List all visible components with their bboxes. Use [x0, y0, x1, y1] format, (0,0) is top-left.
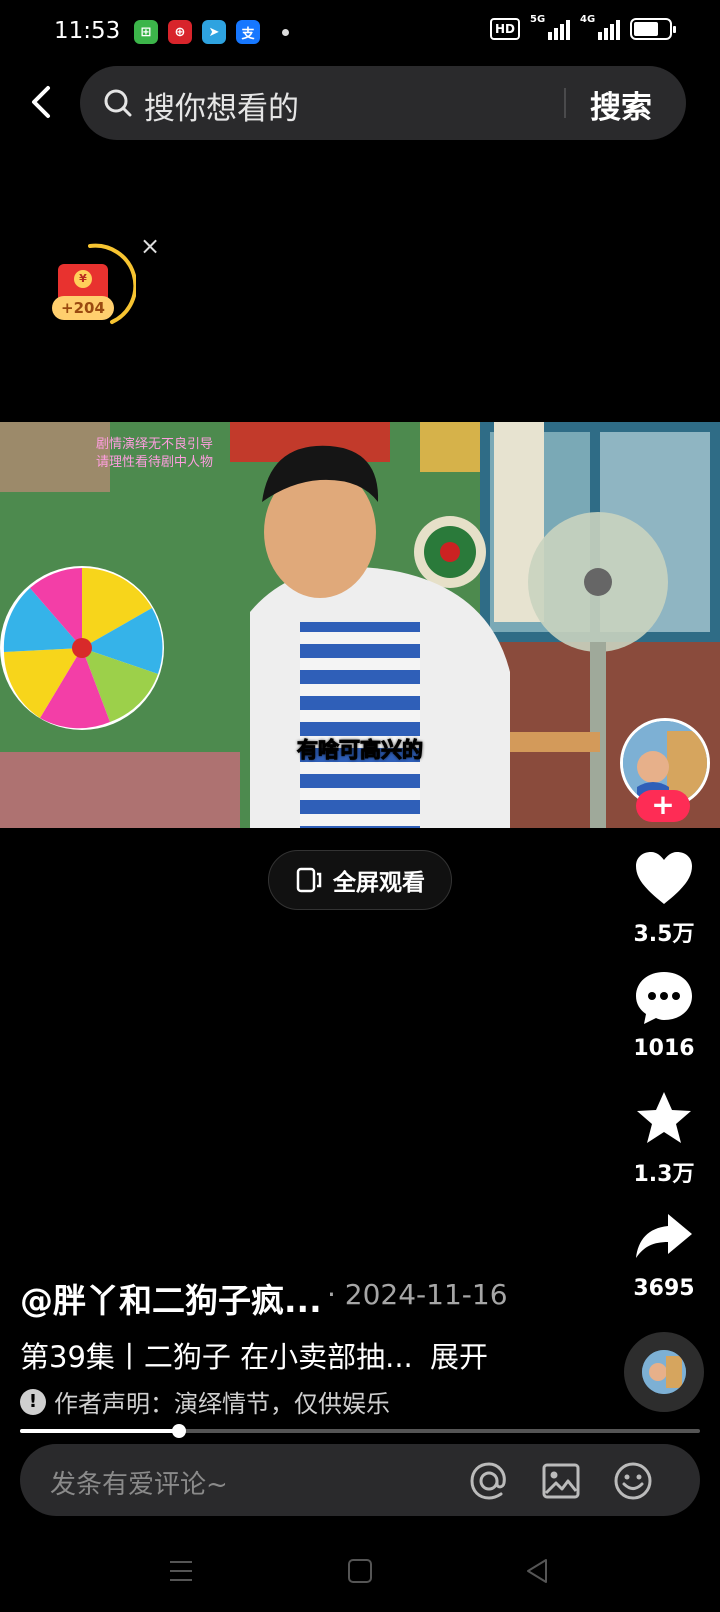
mention-icon[interactable]	[468, 1460, 510, 1502]
notice-text: 作者声明：演绎情节，仅供娱乐	[54, 1390, 390, 1418]
reward-badge: +204	[52, 296, 114, 320]
video-caption: 剧情演绎无不良引导 请理性看待剧中人物	[96, 436, 213, 472]
comment-icon	[636, 972, 692, 1024]
search-bar[interactable]: 搜你想看的 搜索	[80, 66, 686, 140]
expand-link[interactable]: 展开	[430, 1340, 488, 1374]
post-date: · 2024-11-16	[327, 1278, 508, 1311]
video-player[interactable]: 有啥可高兴的 剧情演绎无不良引导 请理性看待剧中人物	[0, 422, 720, 828]
telegram-app-icon: ➤	[202, 20, 226, 44]
music-cover-icon	[642, 1350, 686, 1394]
comment-action[interactable]: 1016	[616, 970, 712, 1061]
status-time: 11:53	[54, 18, 121, 44]
hd-voice-icon: HD	[489, 18, 520, 40]
video-caption-line1: 剧情演绎无不良引导	[96, 437, 214, 452]
signal-4g-icon: 4G	[580, 14, 620, 40]
battery-icon	[630, 18, 676, 40]
comment-bar[interactable]: 发条有爱评论~	[20, 1444, 700, 1516]
like-count: 3.5万	[633, 922, 695, 947]
red-packet-widget[interactable]: ¥ +204	[50, 242, 136, 332]
coin-icon: ¥	[74, 270, 92, 288]
fullscreen-icon	[296, 867, 322, 893]
system-indicators: HD 5G 4G	[489, 14, 676, 40]
status-bar: 11:53 ⊞ ⊕ ➤ 支 HD 5G 4G	[0, 0, 720, 64]
progress-handle[interactable]	[172, 1424, 187, 1438]
post-description[interactable]: 第39集丨二狗子 在小卖部抽... 展开	[20, 1334, 488, 1376]
search-icon	[104, 89, 132, 117]
bank-app-icon: ⊕	[168, 20, 192, 44]
description-text: 第39集丨二狗子 在小卖部抽...	[20, 1340, 413, 1374]
follow-button[interactable]: +	[636, 790, 690, 822]
image-icon[interactable]	[540, 1460, 582, 1502]
share-icon	[636, 1214, 692, 1258]
home-icon[interactable]	[343, 1554, 377, 1588]
more-notifications-icon	[282, 28, 289, 36]
notification-icons: ⊞ ⊕ ➤ 支	[134, 20, 289, 44]
wechat-app-icon: ⊞	[134, 20, 158, 44]
progress-fill	[20, 1429, 180, 1433]
signal-5g-icon: 5G	[530, 14, 570, 40]
video-frame	[0, 422, 720, 828]
video-subtitle: 有啥可高兴的	[297, 738, 424, 763]
emoji-icon[interactable]	[612, 1460, 654, 1502]
fullscreen-label: 全屏观看	[333, 870, 425, 896]
menu-icon[interactable]	[164, 1554, 198, 1588]
video-caption-line2: 请理性看待剧中人物	[96, 455, 214, 470]
playback-progress-bar[interactable]	[20, 1424, 700, 1438]
close-red-packet-icon[interactable]: ×	[140, 232, 160, 260]
share-action[interactable]: 3695	[616, 1210, 712, 1301]
share-count: 3695	[633, 1276, 695, 1301]
favorite-action[interactable]: 1.3万	[616, 1090, 712, 1188]
music-disc[interactable]	[624, 1332, 704, 1412]
fullscreen-button[interactable]: 全屏观看	[268, 850, 452, 910]
author-name[interactable]: @胖丫和二狗子疯...	[20, 1274, 322, 1322]
author-notice: ! 作者声明：演绎情节，仅供娱乐	[20, 1384, 390, 1419]
comment-input[interactable]: 发条有爱评论~	[50, 1464, 228, 1501]
like-action[interactable]: 3.5万	[616, 850, 712, 948]
system-nav-bar	[0, 1540, 720, 1612]
alipay-app-icon: 支	[236, 20, 260, 44]
star-icon	[637, 1092, 691, 1143]
search-input[interactable]: 搜你想看的	[144, 83, 299, 128]
search-button[interactable]: 搜索	[590, 82, 652, 127]
comment-count: 1016	[633, 1036, 695, 1061]
heart-icon	[636, 852, 692, 904]
favorite-count: 1.3万	[633, 1162, 695, 1187]
back-arrow-icon[interactable]	[22, 82, 62, 122]
back-icon[interactable]	[520, 1554, 554, 1588]
warning-icon: !	[20, 1388, 46, 1415]
search-divider	[564, 88, 566, 118]
